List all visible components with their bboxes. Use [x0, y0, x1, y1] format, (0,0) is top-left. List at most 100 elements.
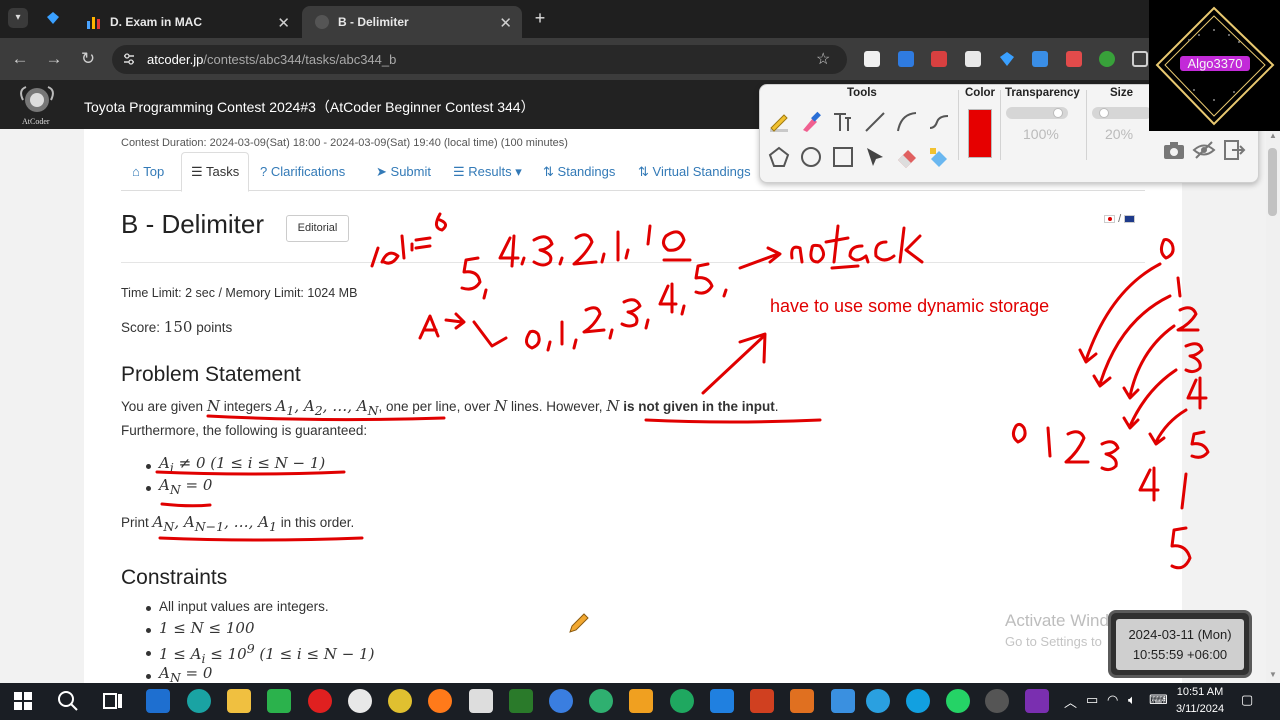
math-print-order: AN, AN−1, …, A1 [152, 513, 277, 534]
telegram-icon[interactable] [866, 689, 890, 713]
app-icon[interactable] [750, 689, 774, 713]
tab-top[interactable]: ⌂ Top [132, 164, 164, 179]
close-tab-icon[interactable]: ✕ [277, 14, 290, 32]
battery-icon[interactable]: ▭ [1086, 692, 1098, 708]
contest-duration: Contest Duration: 2024-03-09(Sat) 18:00 … [121, 137, 568, 149]
scroll-up-icon[interactable]: ▲ [1268, 131, 1278, 140]
exit-icon[interactable] [1222, 138, 1246, 162]
firefox-icon[interactable] [428, 689, 452, 713]
vscode-icon[interactable] [710, 689, 734, 713]
language-icon[interactable]: ⌨︎ [1149, 692, 1168, 708]
sort-icon: ⇅ [543, 164, 554, 179]
tab-standings[interactable]: ⇅ Standings [543, 164, 615, 180]
rectangle-tool-icon[interactable] [831, 145, 855, 169]
tab-virtual-standings[interactable]: ⇅ Virtual Standings [638, 164, 751, 180]
opera-icon[interactable] [308, 689, 332, 713]
task-view-icon[interactable] [101, 689, 125, 713]
tab-delimiter[interactable]: B - Delimiter ✕ [302, 6, 522, 38]
color-label: Color [965, 87, 996, 99]
math-n: N [494, 397, 508, 415]
back-icon[interactable]: ← [9, 48, 31, 70]
app-icon[interactable] [549, 689, 573, 713]
size-slider-knob[interactable] [1099, 108, 1109, 118]
app-icon[interactable] [831, 689, 855, 713]
outlook-icon[interactable] [146, 689, 170, 713]
app-icon[interactable] [670, 689, 694, 713]
app-icon[interactable] [469, 689, 493, 713]
scroll-down-icon[interactable]: ▼ [1268, 670, 1278, 679]
bookmark-star-icon[interactable]: ☆ [816, 49, 830, 69]
search-icon[interactable] [56, 689, 80, 713]
pointer-tool-icon[interactable] [863, 145, 887, 169]
extension-icon[interactable] [898, 51, 914, 67]
url-text[interactable]: atcoder.jp/contests/abc344/tasks/abc344_… [147, 52, 396, 67]
contest-title[interactable]: Toyota Programming Contest 2024#3（AtCode… [84, 97, 535, 117]
tab-tasks[interactable]: ☰ Tasks [191, 164, 239, 180]
taskbar-time[interactable]: 10:51 AM [1170, 686, 1230, 698]
extensions-puzzle-icon[interactable] [1132, 51, 1148, 67]
connector-tool-icon[interactable] [927, 110, 951, 134]
print-line: Print AN, AN−1, …, A1 in this order. [121, 513, 355, 534]
extension-icon[interactable] [1066, 51, 1082, 67]
skype-icon[interactable] [906, 689, 930, 713]
wifi-icon[interactable]: ◠ [1107, 692, 1118, 708]
tab-submit[interactable]: ➤ Submit [376, 164, 431, 180]
sort-icon: ⇅ [638, 164, 649, 179]
notification-icon[interactable]: ▢ [1241, 692, 1253, 708]
tab-results[interactable]: ☰ Results ▾ [453, 164, 522, 180]
text-tool-icon[interactable] [831, 110, 855, 134]
constraint-4: AN = 0 [159, 664, 213, 685]
camera-icon[interactable] [1162, 138, 1186, 162]
eraser-icon[interactable] [895, 145, 919, 169]
current-color-swatch[interactable] [968, 109, 992, 158]
tab-exam-in-mac[interactable]: D. Exam in MAC ✕ [74, 6, 300, 38]
taskbar-date[interactable]: 3/11/2024 [1170, 703, 1230, 715]
windows-start-icon[interactable] [11, 689, 35, 713]
extension-icon[interactable] [864, 51, 880, 67]
ellipse-tool-icon[interactable] [799, 145, 823, 169]
line-tool-icon[interactable] [863, 110, 887, 134]
uk-flag-icon[interactable] [1124, 215, 1136, 224]
chrome-icon[interactable] [348, 689, 372, 713]
app-icon[interactable] [509, 689, 533, 713]
app-icon[interactable] [985, 689, 1009, 713]
pycharm-icon[interactable] [267, 689, 291, 713]
close-tab-icon[interactable]: ✕ [499, 14, 512, 32]
highlighter-icon[interactable] [799, 110, 823, 134]
onenote-icon[interactable] [1025, 689, 1049, 713]
app-icon[interactable] [589, 689, 613, 713]
transparency-slider-knob[interactable] [1053, 108, 1063, 118]
chrome-icon[interactable] [388, 689, 412, 713]
sublime-icon[interactable] [629, 689, 653, 713]
tab-clarifications[interactable]: ? Clarifications [260, 164, 345, 179]
curve-tool-icon[interactable] [895, 110, 919, 134]
extension-icon[interactable] [1032, 51, 1048, 67]
reload-icon[interactable]: ↻ [77, 48, 99, 70]
editorial-button[interactable]: Editorial [286, 215, 349, 242]
file-explorer-icon[interactable] [227, 689, 251, 713]
tab-search-button[interactable]: ▾ [8, 8, 28, 28]
extension-icon[interactable] [965, 51, 981, 67]
add-extension-icon[interactable] [1099, 51, 1115, 67]
clear-all-icon[interactable] [927, 145, 951, 169]
pinned-tab-diamond-icon[interactable] [46, 11, 60, 25]
japan-flag-icon[interactable] [1104, 215, 1115, 224]
tools-label: Tools [847, 87, 877, 99]
polygon-tool-icon[interactable] [767, 145, 791, 169]
hide-eye-icon[interactable] [1192, 138, 1216, 162]
limits: Time Limit: 2 sec / Memory Limit: 1024 M… [121, 286, 358, 300]
divider [958, 90, 959, 160]
edge-icon[interactable] [187, 689, 211, 713]
matlab-icon[interactable] [790, 689, 814, 713]
new-tab-button[interactable]: + [530, 8, 550, 28]
tray-chevron-icon[interactable]: ︿ [1064, 692, 1077, 711]
whatsapp-icon[interactable] [946, 689, 970, 713]
math-n: N [606, 397, 620, 415]
volume-icon[interactable]: 🔈︎ [1128, 692, 1136, 708]
scrollbar-thumb[interactable] [1268, 148, 1277, 216]
extension-icon[interactable] [931, 51, 947, 67]
forward-icon[interactable]: → [43, 48, 65, 70]
site-info-icon[interactable] [122, 52, 136, 66]
diamond-extension-icon[interactable] [999, 51, 1015, 67]
pencil-icon[interactable] [767, 110, 791, 134]
